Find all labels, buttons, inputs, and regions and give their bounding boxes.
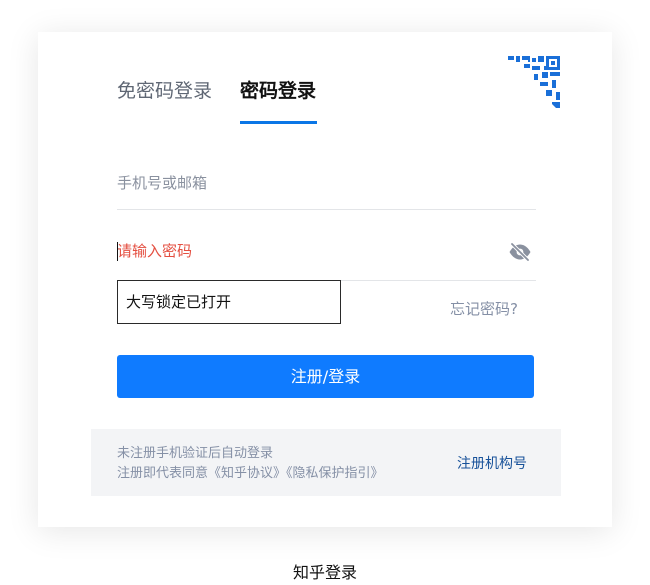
zhihu-protocol-link[interactable]: 《知乎协议》 bbox=[208, 466, 286, 481]
register-login-button[interactable]: 注册/登录 bbox=[117, 355, 534, 398]
org-account-link[interactable]: 注册机构号 bbox=[457, 454, 527, 474]
eye-slash-icon[interactable] bbox=[508, 243, 532, 261]
account-field-row bbox=[117, 157, 536, 210]
caps-lock-tooltip: 大写锁定已打开 bbox=[117, 280, 341, 324]
agreement-notice: 注册即代表同意《知乎协议》《隐私保护指引》 bbox=[117, 464, 384, 483]
tab-sms-login[interactable]: 免密码登录 bbox=[117, 79, 212, 103]
agreement-box: 未注册手机验证后自动登录 注册即代表同意《知乎协议》《隐私保护指引》 注册机构号 bbox=[91, 429, 561, 496]
text-caret bbox=[117, 242, 118, 261]
qr-code-icon[interactable] bbox=[502, 54, 562, 114]
forgot-password-link[interactable]: 忘记密码? bbox=[450, 298, 518, 320]
active-tab-indicator bbox=[240, 121, 317, 124]
account-input[interactable] bbox=[117, 169, 477, 197]
page-caption: 知乎登录 bbox=[292, 563, 357, 582]
agreement-prefix: 注册即代表同意 bbox=[117, 466, 209, 481]
privacy-policy-link[interactable]: 《隐私保护指引》 bbox=[286, 466, 384, 481]
tab-password-login[interactable]: 密码登录 bbox=[240, 79, 316, 103]
auto-register-notice: 未注册手机验证后自动登录 bbox=[117, 446, 274, 461]
password-placeholder: 请输入密码 bbox=[117, 242, 193, 260]
